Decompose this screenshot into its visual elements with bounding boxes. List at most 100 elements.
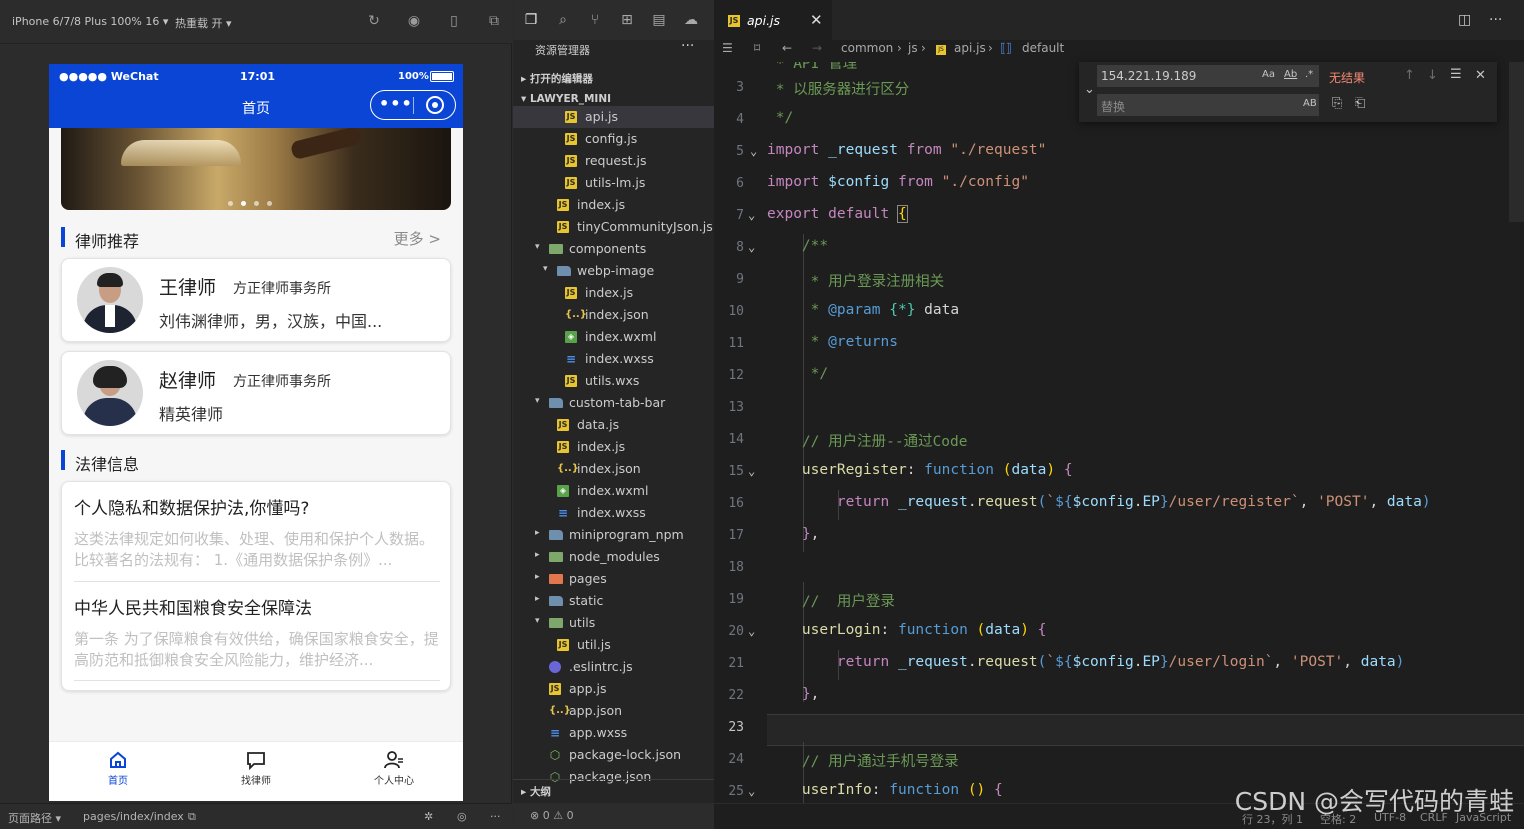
tree-item[interactable]: ≡ index.wxss [513, 502, 714, 524]
fold-chevron-icon[interactable]: ⌄ [748, 784, 755, 798]
code-view[interactable]: 3 4 5 6 7 8 9 10 11 12 13 14 15 16 17 18 19 20 21 22 23 24 25 … [714, 62, 1524, 803]
tree-item[interactable]: ▾ webp-image [513, 260, 714, 282]
tab-api-js[interactable]: JS api.js ✕ [714, 0, 832, 40]
project-section[interactable]: ▾ LAWYER_MINI [521, 93, 611, 105]
find-input[interactable]: 154.221.19.189 Aa Ab .* [1097, 65, 1319, 87]
close-find-icon[interactable]: ✕ [1475, 68, 1486, 83]
toggle-replace-icon[interactable]: ⌄ [1084, 82, 1095, 97]
phone-icon[interactable]: ▯ [446, 13, 462, 29]
tab-find-lawyer[interactable]: 找律师 [216, 750, 296, 787]
replace-one-icon[interactable]: ⎘ [1332, 96, 1342, 111]
tree-item[interactable]: ◈ index.wxml [513, 326, 714, 348]
split-editor-icon[interactable]: ◫ [1458, 12, 1471, 28]
tree-item[interactable]: JS index.js [513, 436, 714, 458]
files-icon[interactable]: ❐ [523, 12, 539, 28]
outline-toggle[interactable]: ▸ 大纲 [521, 784, 551, 799]
lawyer-card[interactable]: 赵律师 方正律师事务所 精英律师 [61, 351, 451, 435]
prev-match-icon[interactable]: ↑ [1404, 68, 1415, 83]
replace-all-icon[interactable]: ⎗ [1355, 96, 1365, 111]
back-icon[interactable]: ← [782, 41, 792, 55]
eye-icon[interactable]: ◎ [457, 810, 467, 823]
tree-item[interactable]: {..} index.json [513, 304, 714, 326]
explorer-more-icon[interactable]: ··· [681, 38, 694, 54]
detach-icon[interactable]: ⧉ [486, 13, 502, 29]
tree-item[interactable]: ▸ node_modules [513, 546, 714, 568]
find-in-selection-icon[interactable]: ☰ [1450, 67, 1462, 82]
crumb-default[interactable]: default [1022, 41, 1064, 55]
cloud-icon[interactable]: ☁ [683, 12, 699, 28]
chevron-icon[interactable]: ▾ [535, 242, 540, 252]
tab-profile[interactable]: 个人中心 [354, 750, 434, 787]
tree-item[interactable]: ≡ app.wxss [513, 722, 714, 744]
more-link[interactable]: 更多 > [394, 228, 441, 249]
chevron-icon[interactable]: ▸ [535, 528, 540, 538]
tree-item[interactable]: JS app.js [513, 678, 714, 700]
fold-chevron-icon[interactable]: ⌄ [748, 240, 755, 254]
tree-item[interactable]: JS index.js [513, 282, 714, 304]
tree-item[interactable]: ▾ components [513, 238, 714, 260]
source-control-icon[interactable]: ⑂ [587, 12, 603, 28]
tab-home[interactable]: 首页 [78, 750, 158, 787]
news-item[interactable]: 中华人民共和国粮食安全保障法 第一条 为了保障粮食有效供给，确保国家粮食安全，提… [74, 594, 440, 671]
tree-item[interactable]: JS request.js [513, 150, 714, 172]
more-dots-icon[interactable]: ••• [379, 94, 413, 113]
tree-item[interactable]: JS data.js [513, 414, 714, 436]
refresh-icon[interactable]: ↻ [366, 13, 382, 29]
bookmark-icon[interactable]: ⌑ [754, 41, 760, 55]
device-select[interactable]: iPhone 6/7/8 Plus 100% 16 ▾ [12, 15, 168, 28]
search-icon[interactable]: ⌕ [555, 12, 571, 28]
editor-more-icon[interactable]: ··· [1489, 12, 1502, 28]
tree-item[interactable]: JS tinyCommunityJson.js [513, 216, 714, 238]
tree-item[interactable]: JS utils.wxs [513, 370, 714, 392]
debug-icon[interactable]: ✲ [424, 810, 433, 823]
tree-item[interactable]: ▸ static [513, 590, 714, 612]
tree-item[interactable]: ≡ index.wxss [513, 348, 714, 370]
tree-item[interactable]: JS utils-lm.js [513, 172, 714, 194]
hotreload-toggle[interactable]: 热重载 开 ▾ [175, 15, 232, 31]
whole-word-icon[interactable]: Ab [1284, 69, 1297, 80]
crumb-js[interactable]: js [908, 41, 918, 55]
tree-item[interactable]: ▾ custom-tab-bar [513, 392, 714, 414]
fold-chevron-icon[interactable]: ⌄ [748, 624, 755, 638]
minimap[interactable] [1509, 62, 1524, 222]
match-case-icon[interactable]: Aa [1262, 69, 1275, 80]
close-mini-icon[interactable] [426, 96, 444, 114]
tree-item[interactable]: ◈ index.wxml [513, 480, 714, 502]
fold-chevron-icon[interactable]: ⌄ [748, 464, 755, 478]
chevron-icon[interactable]: ▾ [535, 616, 540, 626]
tree-item[interactable]: {..} app.json [513, 700, 714, 722]
extensions-icon[interactable]: ⊞ [619, 12, 635, 28]
open-editors-section[interactable]: ▸ 打开的编辑器 [521, 71, 593, 86]
fold-chevron-icon[interactable]: ⌄ [750, 144, 757, 158]
tree-item[interactable]: JS api.js [513, 106, 714, 128]
next-match-icon[interactable]: ↓ [1427, 68, 1438, 83]
replace-input[interactable]: 替换 AB [1097, 94, 1319, 116]
fold-chevron-icon[interactable]: ⌄ [748, 208, 755, 222]
chevron-icon[interactable]: ▸ [535, 572, 540, 582]
crumb-api[interactable]: api.js [954, 41, 986, 55]
close-icon[interactable]: ✕ [810, 11, 823, 29]
outline-section[interactable]: ▸ 大纲 [513, 779, 714, 803]
regex-icon[interactable]: .* [1305, 69, 1313, 80]
problems-status[interactable]: ⊗ 0 ⚠ 0 [513, 803, 714, 829]
problems-count[interactable]: ⊗ 0 ⚠ 0 [530, 809, 574, 822]
news-item[interactable]: 个人隐私和数据保护法,你懂吗? 这类法律规定如何收集、处理、使用和保护个人数据。… [74, 494, 440, 571]
list-icon[interactable]: ☰ [722, 41, 733, 55]
path-label[interactable]: 页面路径 ▾ [8, 810, 61, 826]
tree-item[interactable]: .eslintrc.js [513, 656, 714, 678]
tree-item[interactable]: JS config.js [513, 128, 714, 150]
chevron-icon[interactable]: ▾ [543, 264, 548, 274]
tree-item[interactable]: ▸ miniprogram_npm [513, 524, 714, 546]
crumb-common[interactable]: common [841, 41, 893, 55]
lawyer-card[interactable]: 王律师 方正律师事务所 刘伟渊律师，男，汉族，中国... [61, 258, 451, 342]
chevron-icon[interactable]: ▸ [535, 550, 540, 560]
debug-panel-icon[interactable]: ▤ [651, 12, 667, 28]
banner-swiper[interactable] [61, 128, 451, 210]
chevron-icon[interactable]: ▸ [535, 594, 540, 604]
copy-icon[interactable]: ⧉ [188, 810, 196, 824]
more-icon[interactable]: ··· [490, 810, 501, 823]
tree-item[interactable]: ▸ pages [513, 568, 714, 590]
chevron-icon[interactable]: ▾ [535, 396, 540, 406]
tree-item[interactable]: {..} index.json [513, 458, 714, 480]
forward-icon[interactable]: → [812, 41, 822, 55]
